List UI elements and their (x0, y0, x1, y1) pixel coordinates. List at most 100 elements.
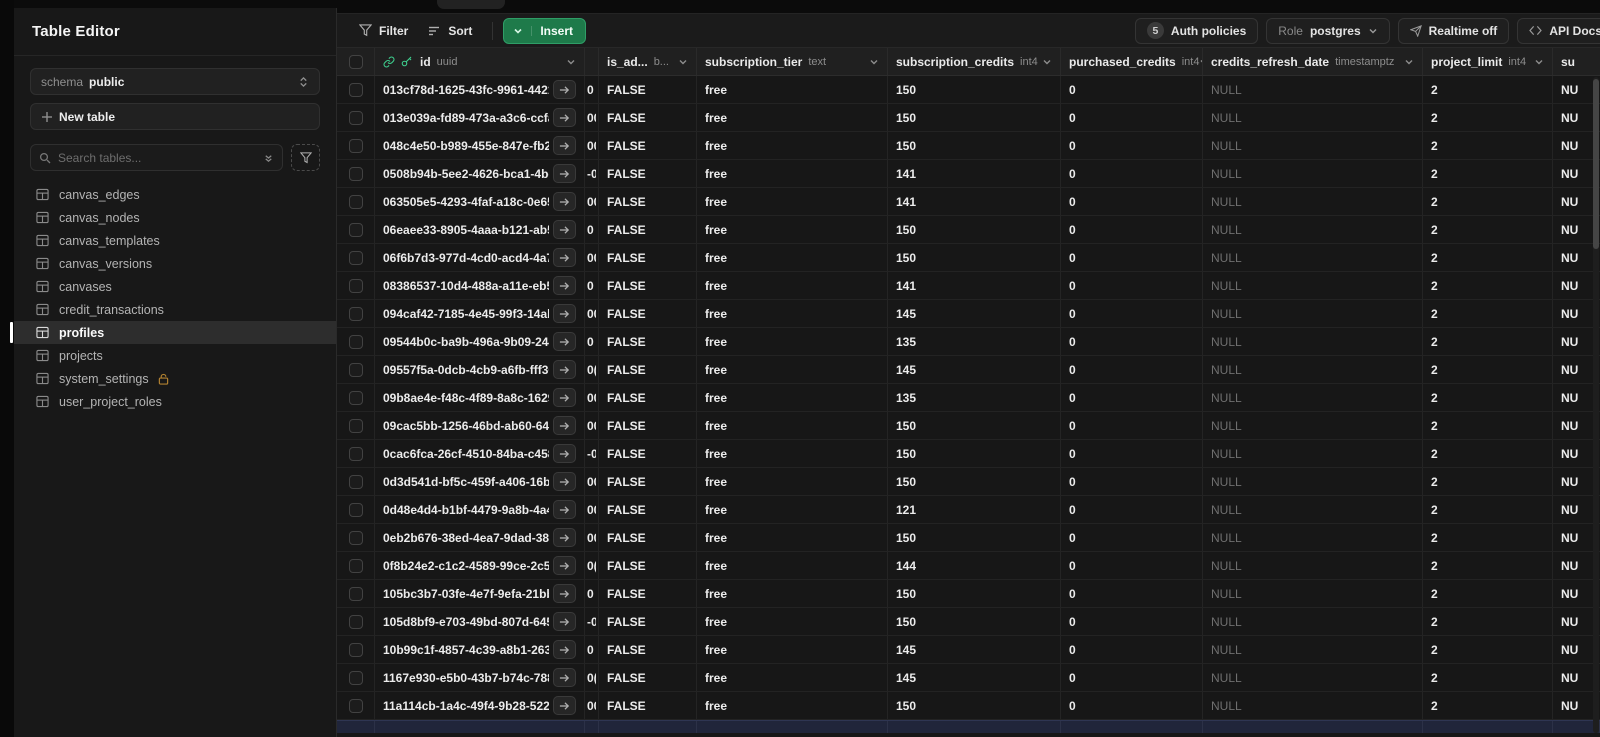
cell-project-limit[interactable]: 2 (1423, 104, 1553, 131)
cell-subscription-tier[interactable]: free (697, 496, 888, 523)
cell-project-limit[interactable]: 2 (1423, 524, 1553, 551)
cell-is-admin[interactable]: FALSE (599, 76, 697, 103)
cell-project-limit[interactable]: 2 (1423, 132, 1553, 159)
cell-subscription-credits[interactable]: 145 (888, 356, 1061, 383)
expand-row-button[interactable] (553, 444, 576, 463)
cell-is-admin[interactable]: FALSE (599, 160, 697, 187)
cell-purchased-credits[interactable]: 0 (1061, 356, 1203, 383)
cell-clipped[interactable]: 00 (585, 692, 599, 719)
cell-subscription-credits[interactable]: 141 (888, 272, 1061, 299)
row-checkbox[interactable] (348, 418, 363, 433)
cell-clipped[interactable]: -0 (585, 608, 599, 635)
cell-subscription-credits[interactable]: 121 (888, 496, 1061, 523)
cell-project-limit[interactable]: 2 (1423, 468, 1553, 495)
cell-subscription-credits[interactable]: 150 (888, 76, 1061, 103)
table-row[interactable]: 0508b94b-5ee2-4626-bca1-4bca... -0 FALSE… (337, 160, 1600, 188)
table-row[interactable]: 11a114cb-1a4c-49f4-9b28-52219ec... 00 FA… (337, 692, 1600, 720)
expand-row-button[interactable] (553, 332, 576, 351)
cell-is-admin[interactable]: FALSE (599, 468, 697, 495)
cell-credits-refresh-date[interactable]: NULL (1203, 244, 1423, 271)
cell-clipped[interactable]: 0 (585, 636, 599, 663)
cell-is-admin[interactable]: FALSE (599, 132, 697, 159)
cell-clipped[interactable]: 00 (585, 104, 599, 131)
cell-purchased-credits[interactable]: 0 (1061, 692, 1203, 719)
cell-subscription-credits[interactable]: 144 (888, 552, 1061, 579)
cell-id[interactable]: 09cac5bb-1256-46bd-ab60-64ed... (375, 412, 585, 439)
cell-purchased-credits[interactable]: 0 (1061, 300, 1203, 327)
column-header-credits-refresh-date[interactable]: credits_refresh_date timestamptz (1203, 48, 1423, 75)
cell-subscription-tier[interactable]: free (697, 300, 888, 327)
cell-subscription-credits[interactable]: 145 (888, 300, 1061, 327)
sidebar-item-system_settings[interactable]: system_settings (14, 367, 336, 390)
sort-button[interactable]: Sort (418, 18, 482, 44)
cell-subscription-tier[interactable]: free (697, 356, 888, 383)
filter-tables-button[interactable] (291, 144, 320, 171)
cell-id[interactable]: 048c4e50-b989-455e-847e-fb2f... (375, 132, 585, 159)
cell-purchased-credits[interactable]: 0 (1061, 608, 1203, 635)
chevron-down-icon[interactable] (1534, 57, 1544, 67)
cell-project-limit[interactable]: 2 (1423, 76, 1553, 103)
cell-purchased-credits[interactable]: 0 (1061, 664, 1203, 691)
expand-row-button[interactable] (553, 416, 576, 435)
chevron-down-icon[interactable] (566, 57, 576, 67)
realtime-toggle-button[interactable]: Realtime off (1397, 17, 1510, 44)
cell-clipped[interactable]: 00 (585, 300, 599, 327)
expand-row-button[interactable] (553, 388, 576, 407)
cell-subscription-credits[interactable]: 135 (888, 384, 1061, 411)
cell-subscription-tier[interactable]: free (697, 216, 888, 243)
cell-purchased-credits[interactable]: 0 (1061, 328, 1203, 355)
cell-clipped[interactable]: 0 (585, 272, 599, 299)
cell-clipped[interactable]: 0 (585, 580, 599, 607)
cell-clipped[interactable]: 00 (585, 244, 599, 271)
table-row[interactable]: 094caf42-7185-4e45-99f3-14abee... 00 FAL… (337, 300, 1600, 328)
cell-project-limit[interactable]: 2 (1423, 160, 1553, 187)
cell-subscription-tier[interactable]: free (697, 608, 888, 635)
cell-subscription-credits[interactable]: 145 (888, 664, 1061, 691)
cell-is-admin[interactable]: FALSE (599, 216, 697, 243)
cell-subscription-credits[interactable]: 150 (888, 412, 1061, 439)
cell-subscription-tier[interactable]: free (697, 76, 888, 103)
expand-row-button[interactable] (553, 584, 576, 603)
sidebar-item-canvas_nodes[interactable]: canvas_nodes (14, 206, 336, 229)
scrollbar-thumb[interactable] (1593, 79, 1599, 249)
table-row[interactable]: 08386537-10d4-488a-a11e-eb5a6... 0 FALSE… (337, 272, 1600, 300)
cell-credits-refresh-date[interactable]: NULL (1203, 692, 1423, 719)
row-checkbox[interactable] (348, 586, 363, 601)
table-row[interactable]: 105bc3b7-03fe-4e7f-9efa-21bb40... 0 FALS… (337, 580, 1600, 608)
cell-subscription-tier[interactable]: free (697, 636, 888, 663)
column-header-clipped[interactable] (585, 48, 599, 75)
cell-is-admin[interactable]: FALSE (599, 440, 697, 467)
cell-subscription-credits[interactable]: 145 (888, 636, 1061, 663)
cell-subscription-credits[interactable]: 135 (888, 328, 1061, 355)
cell-is-admin[interactable]: FALSE (599, 636, 697, 663)
cell-clipped[interactable]: 00 (585, 412, 599, 439)
filter-button[interactable]: Filter (349, 18, 418, 44)
row-checkbox[interactable] (348, 698, 363, 713)
cell-credits-refresh-date[interactable]: NULL (1203, 272, 1423, 299)
row-checkbox[interactable] (348, 642, 363, 657)
cell-credits-refresh-date[interactable]: NULL (1203, 356, 1423, 383)
sidebar-item-user_project_roles[interactable]: user_project_roles (14, 390, 336, 413)
chevron-down-icon[interactable] (1042, 57, 1052, 67)
cell-clipped[interactable]: 00 (585, 496, 599, 523)
cell-project-limit[interactable]: 2 (1423, 496, 1553, 523)
expand-row-button[interactable] (553, 80, 576, 99)
cell-credits-refresh-date[interactable]: NULL (1203, 76, 1423, 103)
cell-purchased-credits[interactable]: 0 (1061, 468, 1203, 495)
expand-row-button[interactable] (553, 192, 576, 211)
cell-purchased-credits[interactable]: 0 (1061, 440, 1203, 467)
cell-id[interactable]: 013cf78d-1625-43fc-9961-442189... (375, 76, 585, 103)
cell-credits-refresh-date[interactable]: NULL (1203, 580, 1423, 607)
cell-purchased-credits[interactable]: 0 (1061, 272, 1203, 299)
cell-credits-refresh-date[interactable]: NULL (1203, 160, 1423, 187)
cell-is-admin[interactable]: FALSE (599, 356, 697, 383)
cell-project-limit[interactable]: 2 (1423, 216, 1553, 243)
column-header-subscription-tier[interactable]: subscription_tier text (697, 48, 888, 75)
cell-id[interactable]: 08386537-10d4-488a-a11e-eb5a6... (375, 272, 585, 299)
expand-row-button[interactable] (553, 164, 576, 183)
expand-row-button[interactable] (553, 668, 576, 687)
cell-credits-refresh-date[interactable]: NULL (1203, 300, 1423, 327)
cell-subscription-tier[interactable]: free (697, 664, 888, 691)
cell-subscription-tier[interactable]: free (697, 468, 888, 495)
expand-row-button[interactable] (553, 220, 576, 239)
